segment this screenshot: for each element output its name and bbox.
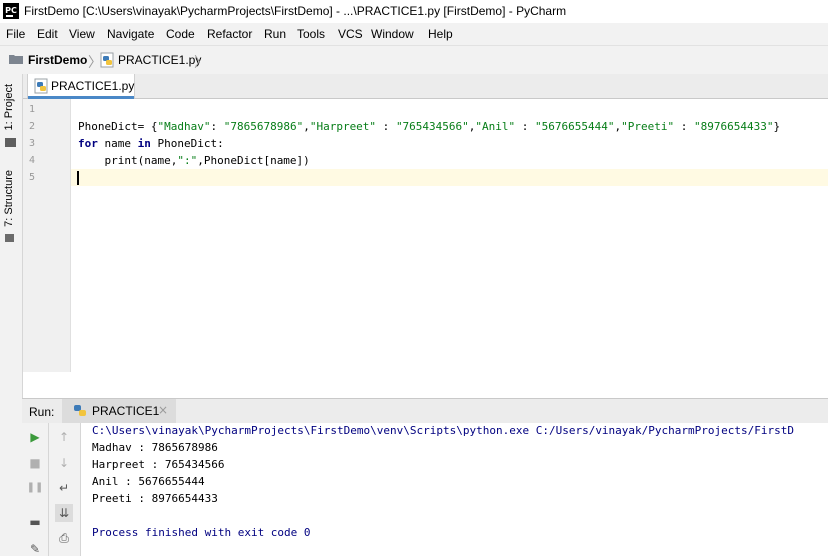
down-arrow-icon[interactable]: ↓ bbox=[55, 454, 73, 472]
run-tab-label: PRACTICE1 bbox=[92, 404, 160, 418]
stop-icon[interactable]: ■ bbox=[26, 454, 44, 472]
menu-edit[interactable]: Edit bbox=[37, 27, 58, 41]
menu-help[interactable]: Help bbox=[428, 27, 453, 41]
python-file-icon bbox=[34, 78, 48, 94]
console-output-line: Madhav : 7865678986 bbox=[92, 441, 218, 454]
run-tab-practice1[interactable]: PRACTICE1 × bbox=[62, 399, 176, 423]
console-output-line: Preeti : 8976654433 bbox=[92, 492, 218, 505]
menu-vcs[interactable]: VCS bbox=[338, 27, 363, 41]
layout-icon[interactable]: ▬ bbox=[26, 513, 44, 531]
menu-navigate[interactable]: Navigate bbox=[107, 27, 154, 41]
python-icon bbox=[74, 405, 86, 416]
menu-bar: File Edit View Navigate Code Refactor Ru… bbox=[0, 23, 828, 45]
current-line-highlight bbox=[71, 169, 828, 186]
menu-window[interactable]: Window bbox=[371, 27, 414, 41]
left-tool-strip: 1: Project 7: Structure bbox=[0, 74, 23, 556]
pin-icon[interactable]: ✎ bbox=[26, 540, 44, 558]
code-line-2: PhoneDict= {"Madhav": "7865678986","Harp… bbox=[78, 120, 781, 133]
editor-tab-bar: PRACTICE1.py bbox=[23, 74, 828, 99]
run-toolbar-secondary: ↑ ↓ ↵ ⇊ ⎙ bbox=[49, 423, 81, 556]
close-icon[interactable]: × bbox=[158, 403, 168, 417]
menu-refactor[interactable]: Refactor bbox=[207, 27, 252, 41]
pycharm-logo-icon: PC bbox=[3, 3, 19, 19]
run-label: Run: bbox=[29, 405, 55, 419]
code-line-4: print(name,":",PhoneDict[name]) bbox=[78, 154, 310, 167]
window-title: FirstDemo [C:\Users\vinayak\PycharmProje… bbox=[24, 4, 567, 18]
navigation-bar: FirstDemo 〉 PRACTICE1.py 〉 bbox=[0, 45, 828, 75]
breadcrumb-separator: 〉 bbox=[194, 55, 208, 71]
menu-file[interactable]: File bbox=[6, 27, 25, 41]
run-panel-header: Run: PRACTICE1 × bbox=[22, 398, 828, 423]
line-number: 5 bbox=[28, 172, 35, 183]
project-tool-tab[interactable]: 1: Project bbox=[3, 84, 15, 130]
scroll-to-end-icon[interactable]: ⇊ bbox=[55, 504, 73, 522]
run-toolbar-primary: ▶ ■ ❚❚ ▬ ✎ bbox=[22, 423, 49, 556]
line-number: 4 bbox=[28, 155, 35, 166]
structure-icon[interactable] bbox=[5, 234, 14, 242]
line-number: 3 bbox=[28, 138, 35, 149]
menu-tools[interactable]: Tools bbox=[297, 27, 325, 41]
console-output-line: Anil : 5676655444 bbox=[92, 475, 205, 488]
project-folder-icon[interactable] bbox=[5, 138, 16, 147]
console-exit-message: Process finished with exit code 0 bbox=[92, 526, 311, 539]
run-console[interactable]: C:\Users\vinayak\PycharmProjects\FirstDe… bbox=[81, 423, 828, 556]
print-icon[interactable]: ⎙ bbox=[55, 529, 73, 547]
pause-icon[interactable]: ❚❚ bbox=[26, 479, 44, 497]
console-output-line: Harpreet : 765434566 bbox=[92, 458, 225, 471]
console-command-line: C:\Users\vinayak\PycharmProjects\FirstDe… bbox=[92, 424, 794, 437]
menu-run[interactable]: Run bbox=[264, 27, 286, 41]
text-caret bbox=[77, 171, 79, 185]
menu-view[interactable]: View bbox=[69, 27, 95, 41]
editor-tab-label: PRACTICE1.py bbox=[51, 79, 135, 93]
code-line-3: for name in PhoneDict: bbox=[78, 137, 224, 150]
line-number: 2 bbox=[28, 121, 35, 132]
line-number: 1 bbox=[28, 104, 35, 115]
rerun-play-icon[interactable]: ▶ bbox=[26, 428, 44, 446]
line-number-gutter: 1 2 3 4 5 bbox=[23, 99, 71, 372]
title-bar: PC FirstDemo [C:\Users\vinayak\PycharmPr… bbox=[0, 0, 828, 23]
folder-icon bbox=[9, 55, 23, 64]
structure-tool-tab[interactable]: 7: Structure bbox=[3, 170, 15, 227]
editor-tab-practice1[interactable]: PRACTICE1.py bbox=[27, 74, 135, 99]
soft-wrap-icon[interactable]: ↵ bbox=[55, 479, 73, 497]
up-arrow-icon[interactable]: ↑ bbox=[55, 428, 73, 446]
menu-code[interactable]: Code bbox=[166, 27, 195, 41]
breadcrumb-project[interactable]: FirstDemo bbox=[28, 53, 87, 67]
code-editor[interactable]: PhoneDict= {"Madhav": "7865678986","Harp… bbox=[71, 99, 828, 372]
breadcrumb-file[interactable]: PRACTICE1.py bbox=[118, 53, 201, 67]
python-file-icon bbox=[100, 52, 114, 68]
